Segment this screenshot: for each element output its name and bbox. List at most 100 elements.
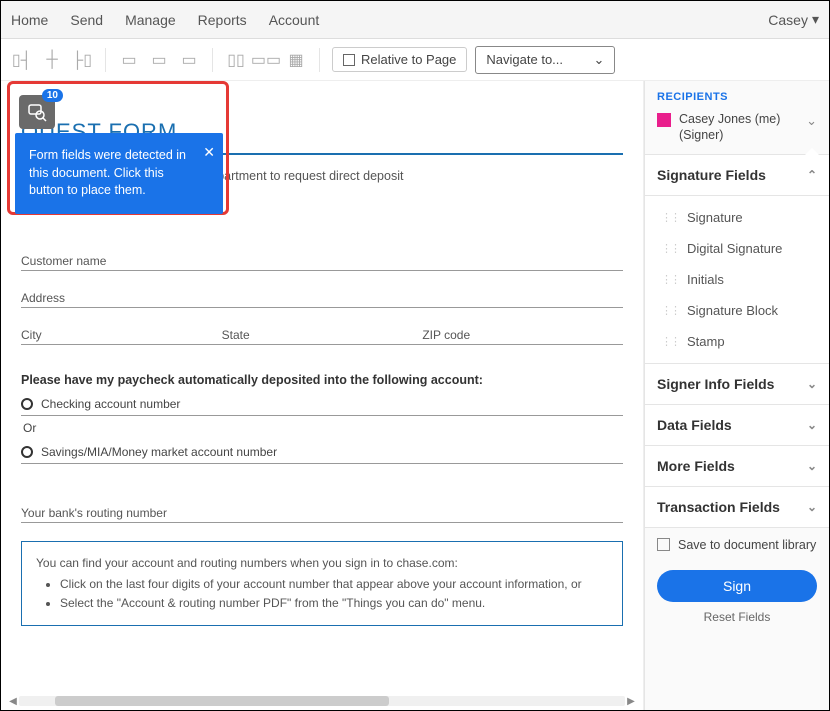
radio-checking[interactable]: Checking account number <box>21 397 623 416</box>
grip-icon: ⋮⋮ <box>661 304 679 317</box>
or-text: Or <box>23 421 623 435</box>
distribute-v-icon[interactable]: ▭▭ <box>255 48 277 72</box>
checkbox-icon <box>343 54 355 66</box>
radio-icon <box>21 446 33 458</box>
chevron-down-icon: ⌄ <box>807 377 817 391</box>
chevron-down-icon: ⌄ <box>594 52 605 68</box>
reset-fields-link[interactable]: Reset Fields <box>645 610 829 634</box>
radio-label: Checking account number <box>41 397 180 411</box>
distribute-h-icon[interactable]: ▯▯ <box>225 48 247 72</box>
navigate-label: Navigate to... <box>486 52 563 67</box>
section-title: Data Fields <box>657 417 732 433</box>
field-label: Signature Block <box>687 303 778 318</box>
instruction-item: Click on the last four digits of your ac… <box>60 575 608 594</box>
chevron-down-icon: ⌄ <box>807 500 817 514</box>
nav-manage[interactable]: Manage <box>125 12 176 28</box>
signature-fields-list: ⋮⋮ Signature ⋮⋮ Digital Signature ⋮⋮ Initia… <box>645 196 829 364</box>
scroll-right-icon[interactable]: ▶ <box>625 695 637 707</box>
field-digital-signature[interactable]: ⋮⋮ Digital Signature <box>645 233 829 264</box>
field-label-state: State <box>222 328 423 342</box>
radio-savings[interactable]: Savings/MIA/Money market account number <box>21 445 623 464</box>
checkbox-icon <box>657 538 670 551</box>
align-bottom-icon[interactable]: ▭ <box>178 48 200 72</box>
grip-icon: ⋮⋮ <box>661 273 679 286</box>
distribute-grid-icon[interactable]: ▦ <box>285 48 307 72</box>
scroll-left-icon[interactable]: ◀ <box>7 695 19 707</box>
alignment-toolbar: ▯┤ ┼ ├▯ ▭ ▭ ▭ ▯▯ ▭▭ ▦ Relative to Page N… <box>1 39 829 81</box>
separator <box>105 48 106 72</box>
align-center-h-icon[interactable]: ┼ <box>41 48 63 72</box>
tooltip-text: Form fields were detected in this docume… <box>29 148 186 197</box>
recipients-label: RECIPIENTS <box>645 81 829 107</box>
field-stamp[interactable]: ⋮⋮ Stamp <box>645 326 829 357</box>
chevron-down-icon: ⌄ <box>807 459 817 473</box>
field-label: Signature <box>687 210 743 225</box>
document-canvas[interactable]: 10 Form fields were detected in this doc… <box>1 81 644 710</box>
save-to-library-checkbox[interactable]: Save to document library <box>645 528 829 562</box>
field-label-address: Address <box>21 291 623 305</box>
instruction-item: Select the "Account & routing number PDF… <box>60 594 608 613</box>
section-title: Signer Info Fields <box>657 376 774 392</box>
section-transaction-fields[interactable]: Transaction Fields ⌄ <box>645 487 829 528</box>
align-right-icon[interactable]: ├▯ <box>71 48 93 72</box>
field-label: Digital Signature <box>687 241 782 256</box>
detect-count-badge: 10 <box>42 89 63 102</box>
field-label: Stamp <box>687 334 725 349</box>
field-signature-block[interactable]: ⋮⋮ Signature Block <box>645 295 829 326</box>
section-title: Signature Fields <box>657 167 766 183</box>
detect-tooltip: Form fields were detected in this docume… <box>15 133 223 214</box>
nav-reports[interactable]: Reports <box>198 12 247 28</box>
grip-icon: ⋮⋮ <box>661 211 679 224</box>
section-signature-fields[interactable]: Signature Fields ⌃ <box>645 155 829 196</box>
instructions-head: You can find your account and routing nu… <box>36 554 608 573</box>
horizontal-scrollbar[interactable]: ◀ ▶ <box>7 694 637 708</box>
section-title: More Fields <box>657 458 735 474</box>
section-heading: Please have my paycheck automatically de… <box>21 373 623 387</box>
relative-to-page-toggle[interactable]: Relative to Page <box>332 47 467 72</box>
align-top-icon[interactable]: ▭ <box>118 48 140 72</box>
field-signature[interactable]: ⋮⋮ Signature <box>645 202 829 233</box>
right-sidebar: RECIPIENTS Casey Jones (me) (Signer) ⌄ S… <box>644 81 829 710</box>
recipient-name: Casey Jones (me) <box>679 111 798 127</box>
sign-button[interactable]: Sign <box>657 570 817 602</box>
chevron-down-icon: ⌄ <box>807 418 817 432</box>
radio-label: Savings/MIA/Money market account number <box>41 445 277 459</box>
close-icon[interactable]: ✕ <box>203 143 215 163</box>
section-signer-info-fields[interactable]: Signer Info Fields ⌄ <box>645 364 829 405</box>
nav-home[interactable]: Home <box>11 12 48 28</box>
section-data-fields[interactable]: Data Fields ⌄ <box>645 405 829 446</box>
chevron-up-icon: ⌃ <box>807 168 817 182</box>
field-label-city: City <box>21 328 222 342</box>
separator <box>319 48 320 72</box>
relative-label: Relative to Page <box>361 52 456 67</box>
chevron-down-icon: ⌄ <box>806 111 817 129</box>
recipient-color-swatch <box>657 113 671 127</box>
top-nav: Home Send Manage Reports Account Casey ▾ <box>1 1 829 39</box>
section-more-fields[interactable]: More Fields ⌄ <box>645 446 829 487</box>
field-label: Initials <box>687 272 724 287</box>
recipient-role: (Signer) <box>679 127 798 143</box>
nav-send[interactable]: Send <box>70 12 103 28</box>
field-label-routing: Your bank's routing number <box>21 506 623 520</box>
align-left-icon[interactable]: ▯┤ <box>11 48 33 72</box>
navigate-dropdown[interactable]: Navigate to... ⌄ <box>475 46 615 74</box>
scroll-track[interactable] <box>19 696 625 706</box>
separator <box>212 48 213 72</box>
field-label-customer: Customer name <box>21 254 623 268</box>
field-label-zip: ZIP code <box>422 328 623 342</box>
grip-icon: ⋮⋮ <box>661 335 679 348</box>
radio-icon <box>21 398 33 410</box>
user-name: Casey <box>768 12 808 28</box>
grip-icon: ⋮⋮ <box>661 242 679 255</box>
chevron-down-icon: ▾ <box>812 11 819 28</box>
detect-icon <box>27 102 47 122</box>
align-middle-v-icon[interactable]: ▭ <box>148 48 170 72</box>
nav-account[interactable]: Account <box>269 12 320 28</box>
instructions-box: You can find your account and routing nu… <box>21 541 623 627</box>
detect-fields-button[interactable]: 10 <box>19 95 55 129</box>
user-menu[interactable]: Casey ▾ <box>768 11 819 28</box>
scroll-thumb[interactable] <box>55 696 388 706</box>
checkbox-label: Save to document library <box>678 538 816 552</box>
field-initials[interactable]: ⋮⋮ Initials <box>645 264 829 295</box>
recipient-row[interactable]: Casey Jones (me) (Signer) ⌄ <box>645 107 829 155</box>
